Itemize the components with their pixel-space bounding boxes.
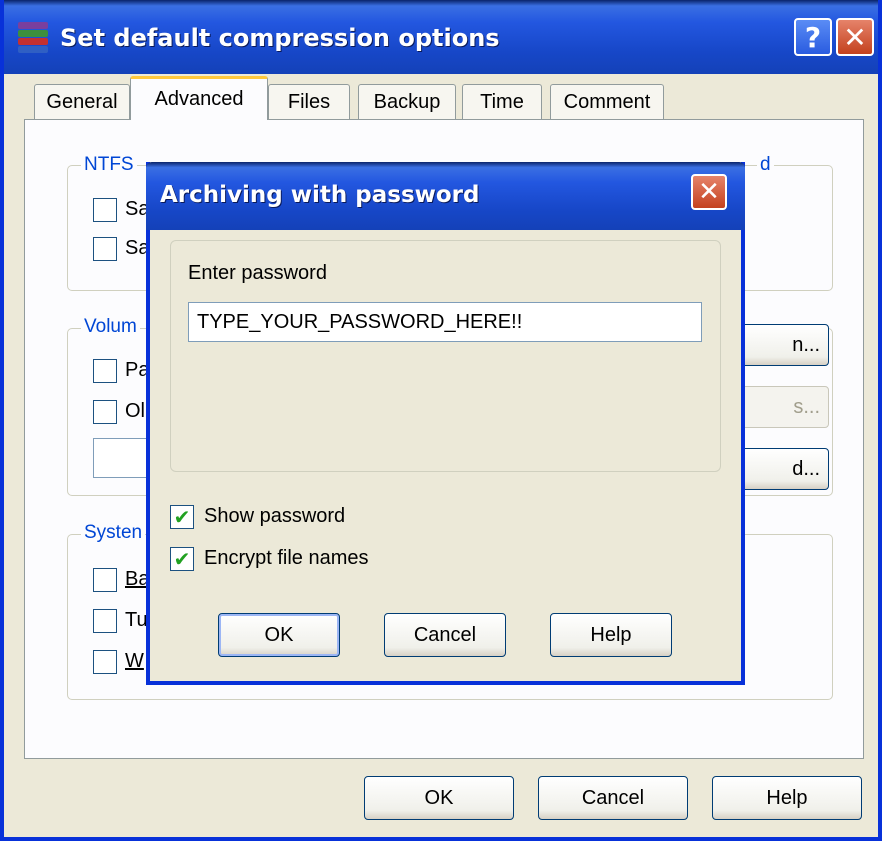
main-cancel-label: Cancel <box>581 786 645 809</box>
password-ok-button[interactable]: OK <box>218 613 340 657</box>
volumes-group-label: Volum <box>81 316 140 338</box>
volume-checkbox-2-label: Ol <box>125 400 145 422</box>
main-window-title: Set default compression options <box>60 24 500 52</box>
ntfs-checkbox-2[interactable] <box>93 237 117 261</box>
system-group-label: Systen <box>81 522 146 544</box>
close-main-window-button[interactable]: ✕ <box>836 18 874 56</box>
tab-comment[interactable]: Comment <box>550 84 664 120</box>
volume-button-1-label: n... <box>792 333 820 356</box>
password-dialog-title: Archiving with password <box>160 182 480 208</box>
system-checkbox-2[interactable] <box>93 609 117 633</box>
archiving-with-password-dialog: Archiving with password ✕ Enter password… <box>146 162 745 685</box>
tab-files[interactable]: Files <box>268 84 350 120</box>
system-checkbox-3-label: W <box>125 650 144 672</box>
ntfs-checkbox-1[interactable] <box>93 198 117 222</box>
tab-time-label: Time <box>480 91 524 113</box>
system-checkbox-3[interactable] <box>93 650 117 674</box>
main-ok-label: OK <box>424 786 454 809</box>
tab-comment-label: Comment <box>563 91 651 113</box>
volume-checkbox-1[interactable] <box>93 359 117 383</box>
help-title-button[interactable]: ? <box>794 18 832 56</box>
password-help-label: Help <box>590 623 632 646</box>
password-help-button[interactable]: Help <box>550 613 672 657</box>
main-help-label: Help <box>766 786 808 809</box>
tab-backup-label: Backup <box>373 91 441 113</box>
show-password-label: Show password <box>204 505 346 527</box>
password-dialog-title-bar[interactable]: Archiving with password ✕ <box>146 162 745 230</box>
ntfs-group-label: NTFS <box>81 154 137 176</box>
volume-checkbox-2[interactable] <box>93 400 117 424</box>
encrypt-file-names-label: Encrypt file names <box>204 547 369 569</box>
tab-general[interactable]: General <box>34 84 130 120</box>
main-help-button[interactable]: Help <box>712 776 862 820</box>
main-cancel-button[interactable]: Cancel <box>538 776 688 820</box>
show-password-checkbox[interactable]: ✔ <box>170 505 194 529</box>
tab-files-label: Files <box>287 91 331 113</box>
tab-advanced[interactable]: Advanced <box>130 76 268 120</box>
tab-time[interactable]: Time <box>462 84 542 120</box>
default-password-group-label: d <box>757 154 774 176</box>
system-checkbox-1[interactable] <box>93 568 117 592</box>
volume-button-3-label: d... <box>792 457 820 480</box>
password-input-value: TYPE_YOUR_PASSWORD_HERE!! <box>197 310 523 333</box>
tab-general-label: General <box>46 91 118 113</box>
checkmark-icon: ✔ <box>173 505 191 529</box>
volume-button-2-label: s... <box>793 395 820 418</box>
tab-advanced-label: Advanced <box>154 88 244 110</box>
checkmark-icon: ✔ <box>173 547 191 571</box>
password-cancel-label: Cancel <box>413 623 477 646</box>
close-password-dialog-button[interactable]: ✕ <box>691 174 727 210</box>
encrypt-file-names-checkbox[interactable]: ✔ <box>170 547 194 571</box>
enter-password-label: Enter password <box>188 262 327 284</box>
main-ok-button[interactable]: OK <box>364 776 514 820</box>
password-input[interactable]: TYPE_YOUR_PASSWORD_HERE!! <box>188 302 702 342</box>
main-title-bar[interactable]: Set default compression options ? ✕ <box>4 0 878 74</box>
password-cancel-button[interactable]: Cancel <box>384 613 506 657</box>
tab-backup[interactable]: Backup <box>358 84 456 120</box>
system-checkbox-2-label: Tu <box>125 609 148 631</box>
winrar-app-icon <box>16 20 50 54</box>
password-ok-label: OK <box>264 623 294 646</box>
